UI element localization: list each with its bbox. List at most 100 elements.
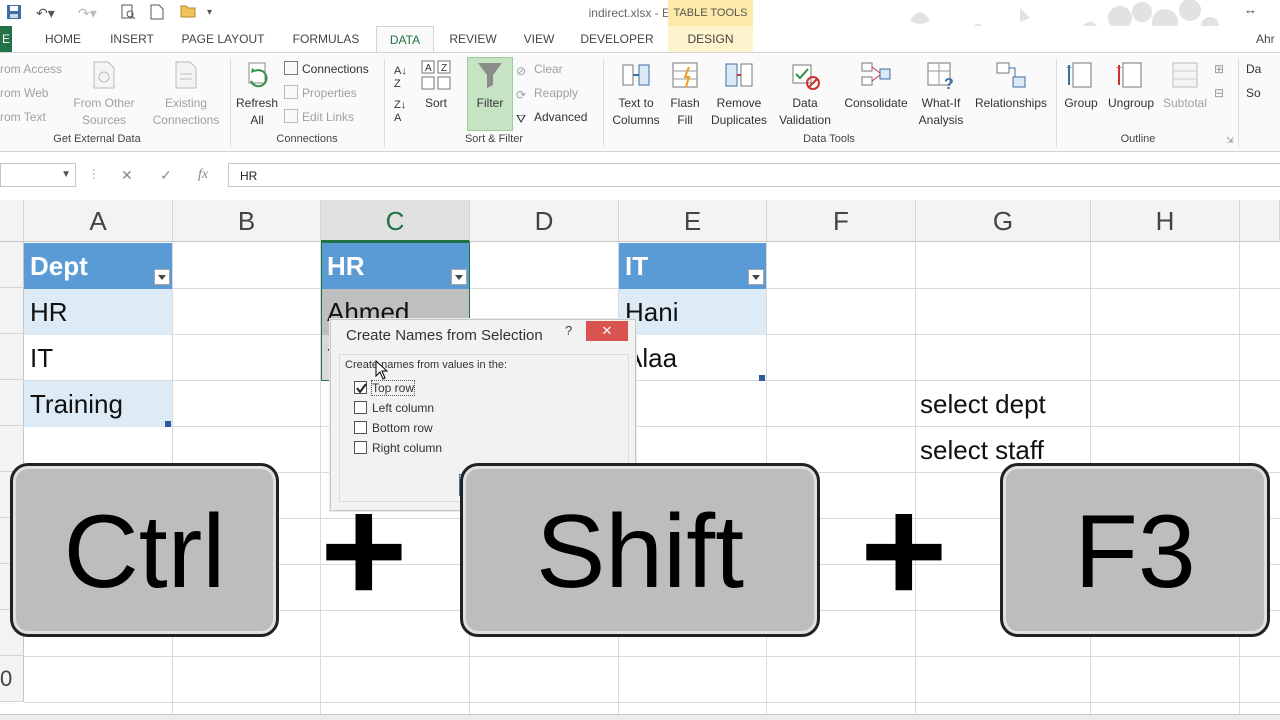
enter-icon[interactable]: ✓: [160, 167, 172, 184]
what-if-analysis-button[interactable]: ? What-If Analysis: [914, 59, 968, 129]
remove-duplicates-label: Remove Duplicates: [710, 96, 768, 127]
tab-insert[interactable]: INSERT: [104, 26, 160, 52]
insert-function-icon[interactable]: fx: [198, 167, 208, 183]
tab-view[interactable]: VIEW: [514, 26, 564, 52]
row-header-4[interactable]: [0, 380, 24, 426]
column-header-i[interactable]: [1240, 200, 1280, 242]
clear-button[interactable]: ⊘ Clear: [516, 60, 563, 78]
row-header-2[interactable]: [0, 288, 24, 334]
tab-review[interactable]: REVIEW: [444, 26, 502, 52]
from-web-button[interactable]: rom Web: [0, 84, 48, 102]
svg-text:−: −: [1116, 63, 1122, 74]
flash-fill-button[interactable]: Flash Fill: [666, 59, 704, 129]
show-detail-icon[interactable]: ⊞: [1214, 60, 1224, 78]
tab-formulas[interactable]: FORMULAS: [286, 26, 366, 52]
get-external-data-group-label: Get External Data: [53, 133, 141, 145]
column-header-h[interactable]: H: [1091, 200, 1240, 242]
cell-a2[interactable]: HR: [24, 289, 172, 335]
svg-text:A: A: [425, 63, 432, 74]
subtotal-button[interactable]: Subtotal: [1160, 59, 1210, 112]
help-icon[interactable]: ?: [565, 323, 572, 338]
filter-label: Filter: [476, 96, 504, 110]
column-header-a[interactable]: A: [24, 200, 173, 242]
refresh-all-button[interactable]: Refresh All: [234, 59, 280, 129]
from-other-sources-button[interactable]: From Other Sources: [68, 59, 140, 129]
connections-button[interactable]: Connections: [284, 60, 369, 78]
from-access-button[interactable]: rom Access: [0, 60, 62, 78]
properties-button[interactable]: Properties: [284, 84, 357, 102]
outline-dialog-launcher-icon[interactable]: ⇲: [1226, 131, 1234, 149]
edit-links-button[interactable]: Edit Links: [284, 108, 354, 126]
sheet-tab-strip: [0, 714, 1280, 720]
from-text-button[interactable]: rom Text: [0, 108, 46, 126]
cell-a1[interactable]: Dept: [24, 243, 172, 289]
subtotal-icon: [1172, 62, 1198, 88]
ungroup-button[interactable]: − Ungroup: [1104, 59, 1158, 112]
column-header-g[interactable]: G: [916, 200, 1091, 242]
user-name[interactable]: Ahr: [1256, 26, 1280, 52]
tab-home[interactable]: HOME: [36, 26, 90, 52]
cell-g4[interactable]: select dept: [920, 381, 1046, 427]
cell-a3[interactable]: IT: [24, 335, 172, 381]
reapply-button[interactable]: ⟳ Reapply: [516, 84, 578, 102]
tab-developer[interactable]: DEVELOPER: [576, 26, 658, 52]
reapply-icon: ⟳: [516, 88, 527, 102]
group-divider: [603, 59, 604, 147]
existing-connections-button[interactable]: Existing Connections: [146, 59, 226, 129]
tab-data[interactable]: DATA: [376, 26, 434, 53]
advanced-button[interactable]: ⛛ Advanced: [516, 108, 587, 126]
column-header-d[interactable]: D: [470, 200, 619, 242]
cell-e2[interactable]: Hani: [619, 289, 766, 335]
cell-a1-text: Dept: [30, 251, 88, 281]
text-to-columns-button[interactable]: Text to Columns: [608, 59, 664, 129]
column-header-b[interactable]: B: [173, 200, 321, 242]
name-box[interactable]: ▼: [0, 163, 76, 187]
tab-page-layout[interactable]: PAGE LAYOUT: [174, 26, 272, 52]
row-header-1[interactable]: [0, 242, 24, 288]
name-box-dropdown-icon[interactable]: ▼: [61, 169, 71, 180]
column-header-c[interactable]: C: [321, 200, 470, 242]
group-label: Group: [1064, 96, 1098, 110]
bottom-row-label: Bottom row: [372, 421, 433, 435]
table-resize-handle-icon[interactable]: [165, 421, 171, 427]
group-divider: [230, 59, 231, 147]
table-resize-handle-icon[interactable]: [759, 375, 765, 381]
sort-button[interactable]: AZ Sort: [418, 59, 454, 112]
tab-file[interactable]: E: [0, 26, 12, 52]
text-to-columns-icon: [622, 64, 650, 86]
sort-descending-icon[interactable]: Z↓ A: [394, 99, 406, 124]
column-header-e[interactable]: E: [619, 200, 767, 242]
row-header-3[interactable]: [0, 334, 24, 380]
resize-icon[interactable]: ↔: [1244, 2, 1257, 17]
cell-e1[interactable]: IT: [619, 243, 766, 289]
cell-e3[interactable]: Alaa: [619, 335, 766, 381]
checkbox-empty-icon: [354, 421, 367, 434]
close-icon[interactable]: ✕: [586, 321, 628, 341]
solver-button[interactable]: So: [1246, 84, 1261, 102]
data-validation-button[interactable]: Data Validation: [772, 59, 838, 129]
what-if-analysis-icon: ?: [927, 62, 954, 91]
filter-dropdown-icon[interactable]: [748, 269, 764, 285]
select-all-corner[interactable]: [0, 200, 24, 242]
filter-dropdown-icon[interactable]: [154, 269, 170, 285]
data-validation-icon: [792, 64, 820, 90]
checkbox-empty-icon: [354, 441, 367, 454]
formula-input[interactable]: HR: [228, 163, 1280, 187]
remove-duplicates-button[interactable]: Remove Duplicates: [708, 59, 770, 129]
relationships-button[interactable]: Relationships: [970, 59, 1052, 112]
group-divider: [1238, 59, 1239, 147]
sort-icon: AZ: [421, 60, 451, 90]
sort-ascending-icon[interactable]: A↓ Z: [394, 65, 407, 90]
tab-design[interactable]: DESIGN: [668, 26, 753, 52]
cell-a4[interactable]: Training: [24, 381, 172, 427]
column-header-f[interactable]: F: [767, 200, 916, 242]
filter-button[interactable]: Filter: [467, 59, 513, 112]
data-analysis-button[interactable]: Da: [1246, 60, 1261, 78]
svg-text:?: ?: [944, 76, 954, 91]
cancel-icon[interactable]: ✕: [121, 167, 133, 184]
consolidate-button[interactable]: Consolidate: [840, 59, 912, 112]
row-header-10[interactable]: 0: [0, 656, 24, 702]
properties-icon: [284, 85, 298, 99]
hide-detail-icon[interactable]: ⊟: [1214, 84, 1224, 102]
group-button[interactable]: + Group: [1060, 59, 1102, 112]
